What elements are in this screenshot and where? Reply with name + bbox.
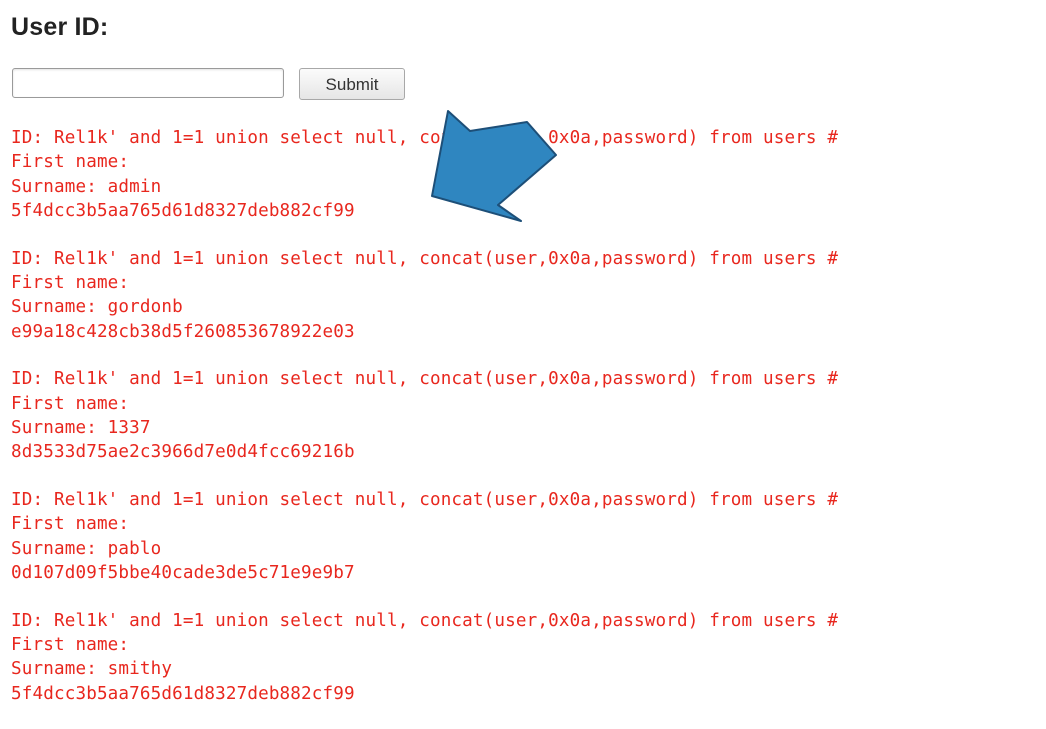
result-password-hash: 5f4dcc3b5aa765d61d8327deb882cf99 — [11, 201, 355, 222]
result-password-hash: 0d107d09f5bbe40cade3de5c71e9e9b7 — [11, 563, 355, 584]
result-id-line: ID: Rel1k' and 1=1 union select null, co… — [11, 128, 839, 148]
result-id-line: ID: Rel1k' and 1=1 union select null, co… — [11, 489, 839, 510]
result-id-line: ID: Rel1k' and 1=1 union select null, co… — [11, 610, 839, 631]
results-list: ID: Rel1k' and 1=1 union select null, co… — [11, 126, 1043, 729]
result-block: ID: Rel1k' and 1=1 union select null, co… — [11, 488, 1043, 586]
result-surname-line: Surname: smithy — [11, 659, 173, 680]
page: User ID: Submit ID: Rel1k' and 1=1 union… — [0, 0, 1046, 709]
page-title: User ID: — [11, 13, 109, 41]
result-first-name-line: First name: — [11, 393, 130, 414]
result-block: ID: Rel1k' and 1=1 union select null, co… — [11, 609, 1043, 707]
result-block: ID: Rel1k' and 1=1 union select null, co… — [11, 126, 1043, 224]
result-id-line: ID: Rel1k' and 1=1 union select null, co… — [11, 248, 839, 269]
result-first-name-line: First name: — [11, 634, 130, 655]
result-block: ID: Rel1k' and 1=1 union select null, co… — [11, 247, 1043, 345]
result-surname-line: Surname: 1337 — [11, 418, 151, 439]
result-first-name-line: First name: — [11, 514, 130, 535]
result-id-line: ID: Rel1k' and 1=1 union select null, co… — [11, 369, 839, 390]
user-id-input[interactable] — [12, 68, 284, 98]
result-password-hash: 8d3533d75ae2c3966d7e0d4fcc69216b — [11, 442, 355, 463]
result-password-hash: 5f4dcc3b5aa765d61d8327deb882cf99 — [11, 683, 355, 704]
result-first-name-line: First name: — [11, 273, 130, 294]
result-password-hash: e99a18c428cb38d5f260853678922e03 — [11, 321, 355, 342]
submit-button[interactable]: Submit — [299, 68, 405, 100]
result-first-name-line: First name: — [11, 152, 130, 173]
result-block: ID: Rel1k' and 1=1 union select null, co… — [11, 367, 1043, 465]
result-surname-line: Surname: pablo — [11, 538, 162, 559]
result-surname-line: Surname: admin — [11, 176, 162, 197]
result-surname-line: Surname: gordonb — [11, 297, 183, 318]
